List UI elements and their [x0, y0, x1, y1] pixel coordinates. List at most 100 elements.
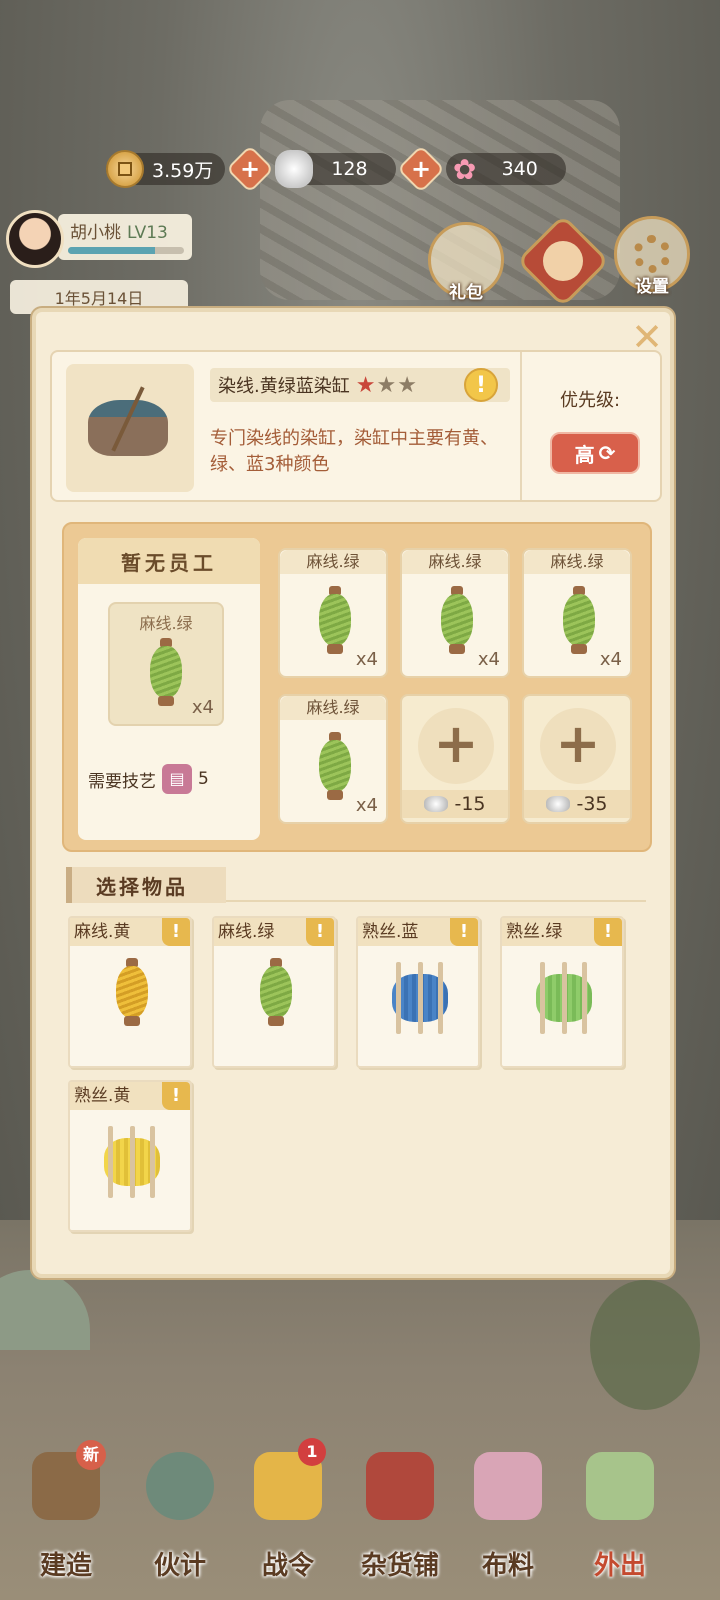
player-name: 胡小桃 [70, 223, 121, 243]
plus-icon: + [410, 154, 431, 183]
slot-quantity: x4 [355, 795, 378, 816]
staff-header: 暂无员工 [78, 538, 260, 584]
avatar[interactable] [6, 210, 64, 268]
coin-value: 3.59万 [152, 159, 214, 182]
star-filled-icon: ★ [355, 372, 377, 398]
slot-label: 麻线.绿 [280, 696, 386, 720]
nav-outing[interactable]: 外出 [572, 1446, 668, 1581]
nav-label: 建造 [39, 1551, 92, 1581]
refresh-icon: ⟳ [598, 441, 616, 465]
settings-button[interactable]: 设置 [614, 216, 690, 297]
staff-box[interactable]: 暂无员工 麻线.绿 x4 需要技艺 ▤ 5 [78, 538, 260, 840]
cost-value: -35 [576, 793, 608, 815]
nav-label: 伙计 [153, 1551, 206, 1581]
dye-vat-illustration [88, 400, 168, 456]
item-label: 麻线.绿 [139, 614, 193, 633]
yellow-silk-skein-icon [100, 1126, 164, 1198]
xp-bar-fill [68, 247, 155, 254]
unlock-cost: -15 [402, 790, 508, 818]
skill-value: 5 [198, 769, 209, 789]
priority-label: 优先级: [560, 390, 621, 411]
production-slot[interactable]: 麻线.绿 x4 [278, 548, 388, 678]
item-option[interactable]: 熟丝.蓝 ! [356, 916, 480, 1068]
coin-icon [106, 150, 144, 188]
plus-icon: + [240, 154, 261, 183]
staff-output-item: 麻线.绿 x4 [108, 602, 224, 726]
star-rating: ★★★ [356, 373, 418, 398]
item-option[interactable]: 麻线.绿 ! [212, 916, 336, 1068]
gift-label: 礼包 [449, 283, 483, 303]
info-exclamation-icon[interactable]: ! [306, 918, 334, 946]
item-option[interactable]: 熟丝.绿 ! [500, 916, 624, 1068]
xp-bar [68, 247, 184, 254]
unlock-slot-button[interactable]: + -15 [400, 694, 510, 824]
slot-label: 麻线.绿 [402, 550, 508, 574]
building-title: 染线.黄绿蓝染缸 [218, 376, 350, 397]
resource-bar: 3.59万 + 128 + ✿ 340 [106, 144, 566, 194]
add-silver-button[interactable]: + [396, 144, 445, 194]
skill-requirement: 需要技艺 ▤ 5 [88, 764, 209, 794]
info-exclamation-icon[interactable]: ! [162, 1082, 190, 1110]
info-exclamation-icon[interactable]: ! [162, 918, 190, 946]
flower-value: 340 [501, 158, 538, 180]
production-slot[interactable]: 麻线.绿 x4 [400, 548, 510, 678]
player-level: LV13 [127, 223, 168, 243]
dye-vat-image [66, 364, 194, 492]
production-slot[interactable]: 麻线.绿 x4 [278, 694, 388, 824]
green-hemp-spool-icon [561, 586, 597, 654]
priority-toggle-button[interactable]: 高 ⟳ [550, 432, 640, 474]
slot-quantity: x4 [477, 649, 500, 670]
production-slot[interactable]: 麻线.绿 x4 [522, 548, 632, 678]
info-exclamation-icon[interactable]: ! [464, 368, 498, 402]
info-exclamation-icon[interactable]: ! [450, 918, 478, 946]
silver-value: 128 [331, 158, 368, 180]
divider [226, 900, 646, 902]
outing-icon [586, 1452, 654, 1520]
skill-book-icon: ▤ [162, 764, 192, 794]
staff-icon [146, 1452, 214, 1520]
green-hemp-spool-icon [317, 732, 353, 800]
nav-battle-pass[interactable]: 1 战令 [240, 1438, 336, 1581]
nav-fabric[interactable]: 布料 [460, 1446, 556, 1581]
nav-build[interactable]: 新 建造 [18, 1440, 114, 1581]
tree-scenery [590, 1280, 700, 1410]
notification-badge: 1 [298, 1438, 326, 1466]
green-hemp-spool-icon [439, 586, 475, 654]
plus-icon: + [418, 708, 494, 784]
unlock-cost: -35 [524, 790, 630, 818]
item-option[interactable]: 麻线.黄 ! [68, 916, 192, 1068]
production-area: 暂无员工 麻线.绿 x4 需要技艺 ▤ 5 麻线.绿 x4 麻线.绿 x4 麻线… [62, 522, 652, 852]
coin-counter: 3.59万 [106, 150, 226, 188]
building-info-card: 染线.黄绿蓝染缸 ★★★ ! 专门染线的染缸，染缸中主要有黄、绿、蓝3种颜色 优… [50, 350, 662, 502]
player-name-box: 胡小桃 LV13 [58, 214, 192, 260]
slot-label: 麻线.绿 [280, 550, 386, 574]
silver-ingot-icon [546, 796, 571, 812]
green-hemp-spool-icon [317, 586, 353, 654]
slot-quantity: x4 [355, 649, 378, 670]
silver-ingot-icon [424, 796, 449, 812]
gift-button[interactable]: 礼包 [428, 222, 504, 303]
item-option[interactable]: 熟丝.黄 ! [68, 1080, 192, 1232]
slot-label: 麻线.绿 [524, 550, 630, 574]
nav-label: 战令 [261, 1551, 314, 1581]
boss-face-icon [543, 241, 583, 281]
nav-shop[interactable]: 杂货铺 [352, 1446, 448, 1581]
new-badge: 新 [76, 1440, 106, 1470]
silver-counter: 128 [275, 150, 396, 188]
gear-icon [633, 235, 671, 273]
fabric-icon [474, 1452, 542, 1520]
info-exclamation-icon[interactable]: ! [594, 918, 622, 946]
player-info[interactable]: 胡小桃 LV13 [6, 210, 192, 270]
nav-label: 杂货铺 [360, 1551, 439, 1581]
shop-icon [366, 1452, 434, 1520]
green-hemp-spool-icon [258, 958, 294, 1026]
green-hemp-spool-icon [148, 638, 184, 706]
star-empty-icon: ★★ [376, 372, 418, 398]
cost-value: -15 [454, 793, 486, 815]
unlock-slot-button[interactable]: + -35 [522, 694, 632, 824]
settings-label: 设置 [635, 277, 669, 297]
select-items-title: 选择物品 [66, 867, 226, 903]
nav-staff[interactable]: 伙计 [132, 1446, 228, 1581]
add-coins-button[interactable]: + [226, 144, 275, 194]
green-silk-skein-icon [532, 962, 596, 1034]
